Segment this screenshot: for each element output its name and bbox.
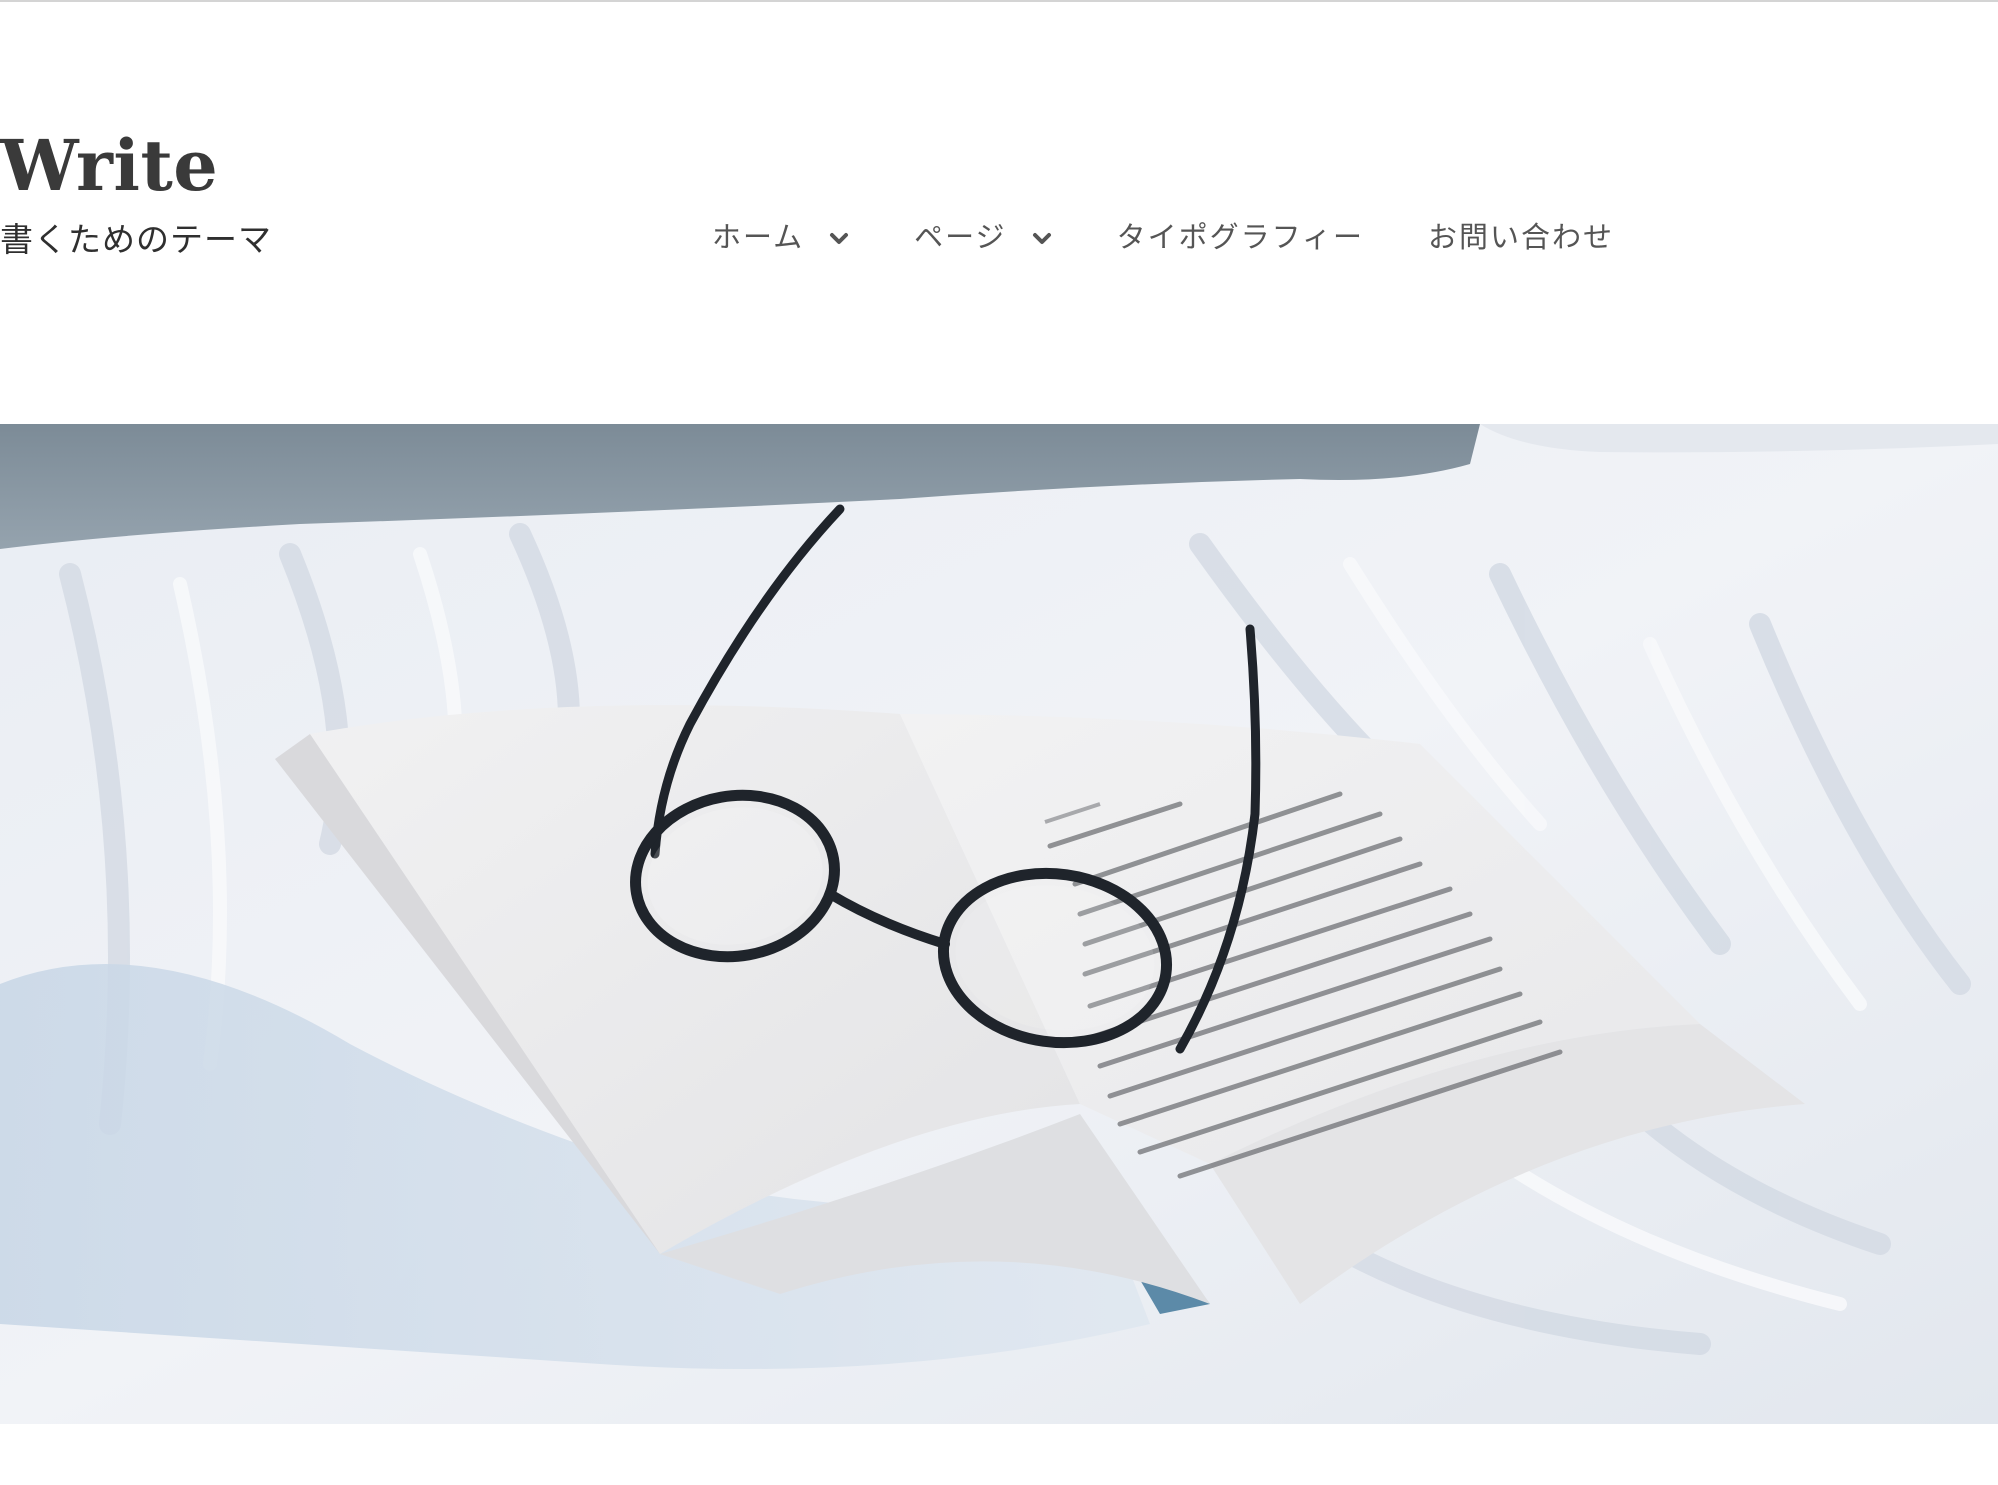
hero-image	[0, 424, 1998, 1424]
site-branding: Write 書くためのテーマ	[0, 118, 420, 260]
nav-item-label: タイポグラフィー	[1116, 220, 1364, 254]
top-border	[0, 0, 1998, 2]
nav-item-pages[interactable]: ページ	[914, 217, 1052, 257]
nav-item-label: ページ	[914, 220, 1007, 254]
chevron-down-icon[interactable]	[1031, 228, 1053, 250]
main-navigation: ホーム ページ タイポグラフィー お問い合わせ	[712, 212, 1614, 262]
nav-item-label: お問い合わせ	[1427, 220, 1614, 254]
site-title[interactable]: Write	[0, 118, 420, 214]
nav-item-home[interactable]: ホーム	[712, 217, 850, 257]
chevron-down-icon[interactable]	[828, 228, 850, 250]
nav-item-contact[interactable]: お問い合わせ	[1428, 217, 1614, 257]
site-tagline: 書くためのテーマ	[0, 220, 272, 259]
book-glasses-photo	[0, 424, 1998, 1424]
nav-item-label: ホーム	[712, 220, 805, 254]
nav-item-typography[interactable]: タイポグラフィー	[1117, 217, 1364, 257]
